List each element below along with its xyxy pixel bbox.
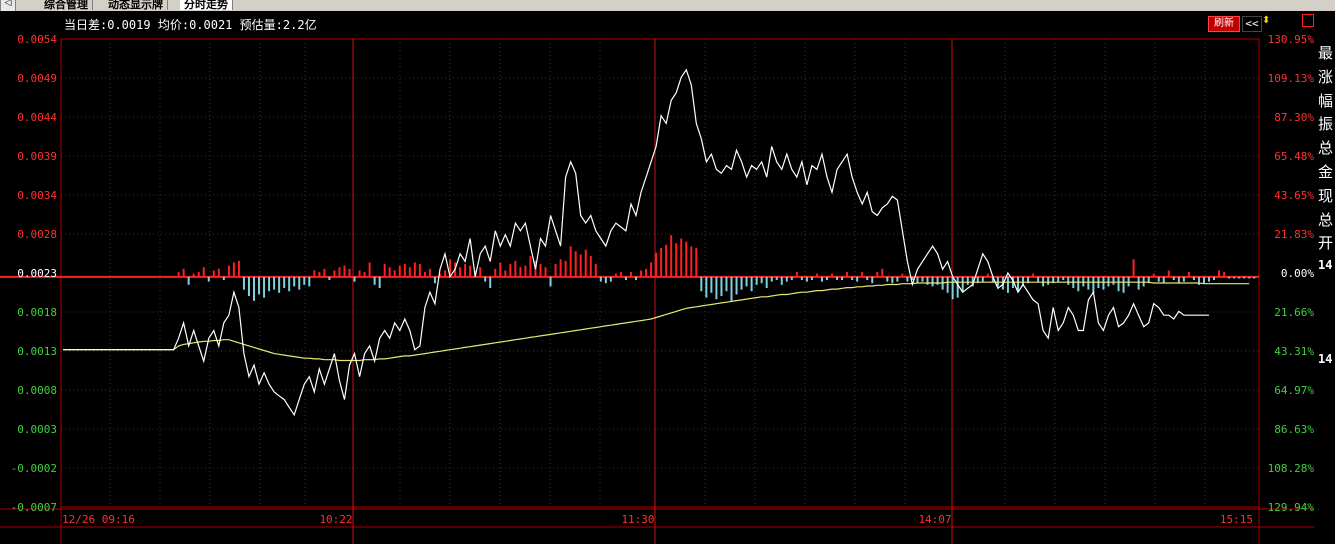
volume-bars [177, 235, 1256, 301]
side-label: 开 [1318, 234, 1334, 253]
side-label: 总 [1318, 210, 1334, 229]
price-axis-tick: 0.0028 [17, 228, 57, 241]
price-axis-tick: 0.0044 [17, 111, 57, 124]
percent-axis-tick: 65.48% [1274, 150, 1314, 163]
percent-axis-tick: 0.00% [1281, 267, 1314, 280]
time-axis-tick: 10:22 [319, 513, 352, 526]
avg-label: 均价: [157, 18, 190, 32]
time-axis-tick: 12/26 09:16 [62, 513, 135, 526]
chart-grid [0, 38, 1314, 544]
info-line: 当日差:0.0019 均价:0.0021 预估量:2.2亿 [64, 16, 317, 33]
price-axis-tick: 0.0049 [17, 72, 57, 85]
est-label: 预估量: [239, 18, 283, 32]
back-arrow-icon[interactable]: ◁ [0, 0, 16, 11]
percent-axis-tick: 87.30% [1274, 111, 1314, 124]
percent-axis-tick: 21.66% [1274, 306, 1314, 319]
side-labels: 最 涨 幅 振 总 金 现 总 开 [1318, 42, 1335, 256]
price-axis-tick: 0.0023 [17, 267, 57, 280]
side-label: 涨 [1318, 67, 1334, 86]
refresh-button[interactable]: 刷新 [1208, 16, 1240, 32]
time-axis-tick: 11:30 [621, 513, 654, 526]
price-axis-tick: 0.0034 [17, 189, 57, 202]
percent-axis-tick: 109.13% [1268, 72, 1314, 85]
close-icon[interactable] [1302, 14, 1314, 27]
avg-value: 0.0021 [189, 18, 233, 32]
side-label: 振 [1318, 115, 1334, 134]
side-label: 最 [1318, 44, 1334, 62]
diff-label: 当日差: [64, 18, 108, 32]
percent-axis-tick: 64.97% [1274, 384, 1314, 397]
est-value: 2.2亿 [282, 18, 317, 32]
percent-axis-tick: 43.65% [1274, 189, 1314, 202]
intraday-chart[interactable]: 0.0054 0.0049 0.0044 0.0039 0.0034 0.0028 0.00… [0, 11, 1314, 544]
percent-axis-tick: 21.83% [1274, 228, 1314, 241]
tab-intraday-trend[interactable]: 分时走势 [180, 0, 233, 11]
side-number: 14 [1318, 258, 1333, 272]
percent-axis-tick: 86.63% [1274, 423, 1314, 436]
collapse-button[interactable]: << [1242, 16, 1262, 32]
price-axis-tick: 0.0018 [17, 306, 57, 319]
price-axis-tick: 0.0013 [17, 345, 57, 358]
time-axis-tick: 14:07 [918, 513, 951, 526]
pin-icon[interactable]: ⬍ [1262, 15, 1270, 26]
price-axis-tick: 0.0008 [17, 384, 57, 397]
plot-frame [60, 38, 1260, 508]
side-number: 14 [1318, 352, 1333, 366]
tab-overview[interactable]: 综合管理 [40, 0, 93, 11]
time-axis-tick: 15:15 [1220, 513, 1253, 526]
side-label: 现 [1318, 186, 1334, 205]
price-lines [63, 68, 1250, 417]
price-axis-tick: -0.0007 [11, 501, 57, 514]
price-axis-tick: 0.0054 [17, 33, 57, 46]
percent-axis-tick: 43.31% [1274, 345, 1314, 358]
price-axis-tick: 0.0003 [17, 423, 57, 436]
percent-axis-tick: 108.28% [1268, 462, 1314, 475]
price-line [63, 68, 1209, 417]
price-axis-tick: -0.0002 [11, 462, 57, 475]
tab-bar: ◁ 综合管理 动态显示牌 分时走势 [0, 0, 1335, 11]
percent-axis-tick: 130.95% [1268, 33, 1314, 46]
side-label: 金 [1318, 162, 1334, 181]
diff-value: 0.0019 [107, 18, 151, 32]
tab-dynamic-board[interactable]: 动态显示牌 [104, 0, 168, 11]
percent-axis-tick: 129.94% [1268, 501, 1314, 514]
side-label: 总 [1318, 139, 1334, 158]
side-label: 幅 [1318, 91, 1334, 110]
price-axis-tick: 0.0039 [17, 150, 57, 163]
